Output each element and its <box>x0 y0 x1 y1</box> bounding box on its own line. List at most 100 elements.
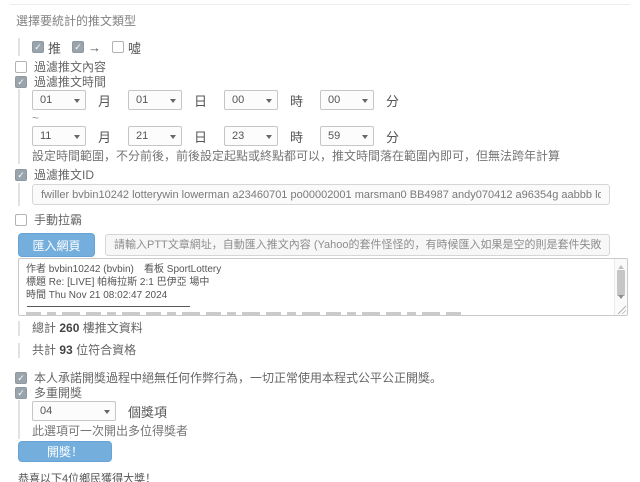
multi-draw-label: 多重開獎 <box>34 387 82 400</box>
top-divider <box>10 4 630 5</box>
chevron-down-icon <box>266 135 272 142</box>
scroll-up-icon[interactable] <box>618 262 624 269</box>
multi-draw-group: 04 個獎項 此選項可一次開出多位得獎者 <box>18 400 640 439</box>
start-day-value: 01 <box>136 94 148 106</box>
manual-slot-row: 手動拉霸 <box>15 214 640 227</box>
total-count: 260 <box>59 321 79 335</box>
time-end-row: 11 月 21 日 23 時 59 分 <box>32 126 640 146</box>
filter-content-checkbox[interactable] <box>15 61 27 73</box>
filter-id-row: 過濾推文ID <box>15 169 640 182</box>
time-range-group: 01 月 01 日 00 時 00 分 ~ <box>18 89 640 164</box>
chevron-down-icon <box>74 135 80 142</box>
time-range-separator: ~ <box>32 112 640 125</box>
end-hour-value: 23 <box>232 130 244 142</box>
chevron-down-icon <box>170 99 176 106</box>
start-month-select[interactable]: 01 <box>32 90 86 110</box>
filter-content-label: 過濾推文內容 <box>34 61 106 74</box>
draw-button[interactable]: 開獎！ <box>18 441 112 462</box>
filter-id-input-group <box>18 183 640 206</box>
time-range-note: 設定時間範圍，不分前後，前後設定起點或終點都可以，推文時間落在範圍內即可，但無法… <box>32 150 640 163</box>
prize-count-select[interactable]: 04 <box>32 401 116 421</box>
start-hour-select[interactable]: 00 <box>224 90 278 110</box>
qualified-count: 93 <box>59 343 72 357</box>
fairness-promise-checkbox[interactable] <box>15 372 27 384</box>
post-author-line: 作者 bvbin10242 (bvbin) <box>26 263 144 276</box>
time-start-row: 01 月 01 日 00 時 00 分 <box>32 90 640 110</box>
post-divider <box>27 306 190 307</box>
import-row: 匯入網頁 <box>18 233 610 257</box>
minute-unit-label: 分 <box>386 127 399 146</box>
end-month-select[interactable]: 11 <box>32 126 86 146</box>
filter-id-input[interactable] <box>32 184 610 205</box>
end-hour-select[interactable]: 23 <box>224 126 278 146</box>
start-minute-select[interactable]: 00 <box>320 90 374 110</box>
filter-time-label: 過濾推文時間 <box>34 76 106 89</box>
prize-unit-label: 個獎項 <box>128 402 167 421</box>
boo-label: 噓 <box>128 38 141 57</box>
push-label: 推 <box>48 38 61 57</box>
push-type-section-label: 選擇要統計的推文類型 <box>16 14 640 28</box>
qualified-suffix: 位符合資格 <box>76 343 136 357</box>
post-content-textarea[interactable]: 作者 bvbin10242 (bvbin) 看板 SportLottery 標題… <box>18 258 628 316</box>
arrow-checkbox[interactable] <box>72 41 84 53</box>
total-prefix: 總計 <box>32 321 56 335</box>
push-type-push: 推 <box>32 38 61 57</box>
push-type-options: 推 → 噓 <box>18 38 640 56</box>
multi-draw-row: 多重開獎 <box>15 387 640 400</box>
prize-count-value: 04 <box>40 405 52 417</box>
post-board-line: 看板 SportLottery <box>144 263 221 276</box>
filter-content-row: 過濾推文內容 <box>15 61 640 74</box>
total-suffix: 樓推文資料 <box>83 321 143 335</box>
push-type-boo: 噓 <box>112 38 141 57</box>
minute-unit-label: 分 <box>386 91 399 110</box>
fairness-promise-row: 本人承諾開獎過程中絕無任何作弊行為，一切正常使用本程式公平公正開獎。 <box>15 372 640 385</box>
post-clipped-text <box>26 312 466 316</box>
qualified-prefix: 共計 <box>32 343 56 357</box>
chevron-down-icon <box>362 99 368 106</box>
fairness-promise-label: 本人承諾開獎過程中絕無任何作弊行為，一切正常使用本程式公平公正開獎。 <box>34 372 442 385</box>
push-type-arrow: → <box>72 40 101 55</box>
manual-slot-checkbox[interactable] <box>15 214 27 226</box>
start-hour-value: 00 <box>232 94 244 106</box>
chevron-down-icon <box>266 99 272 106</box>
post-time-line: 時間 Thu Nov 21 08:02:47 2024 <box>26 289 609 302</box>
chevron-down-icon <box>104 410 110 417</box>
day-unit-label: 日 <box>194 91 207 110</box>
multi-draw-note: 此選項可一次開出多位得獎者 <box>32 425 640 438</box>
month-unit-label: 月 <box>98 91 111 110</box>
filter-time-row: 過濾推文時間 <box>15 76 640 89</box>
month-unit-label: 月 <box>98 127 111 146</box>
end-day-select[interactable]: 21 <box>128 126 182 146</box>
total-pushes-line: 總計 260 樓推文資料 <box>18 321 640 336</box>
day-unit-label: 日 <box>194 127 207 146</box>
import-url-input[interactable] <box>105 234 610 256</box>
prize-count-row: 04 個獎項 <box>32 401 640 421</box>
end-month-value: 11 <box>40 130 51 142</box>
filter-id-label: 過濾推文ID <box>34 169 94 182</box>
hour-unit-label: 時 <box>290 127 303 146</box>
post-content: 作者 bvbin10242 (bvbin) 看板 SportLottery 標題… <box>19 259 627 316</box>
filter-time-checkbox[interactable] <box>15 76 27 88</box>
filter-id-checkbox[interactable] <box>15 169 27 181</box>
start-month-value: 01 <box>40 94 52 106</box>
multi-draw-checkbox[interactable] <box>15 387 27 399</box>
end-minute-select[interactable]: 59 <box>320 126 374 146</box>
start-minute-value: 00 <box>328 94 340 106</box>
chevron-down-icon <box>362 135 368 142</box>
post-title-line: 標題 Re: [LIVE] 帕梅拉斯 2:1 巴伊亞 場中 <box>26 276 609 289</box>
manual-slot-label: 手動拉霸 <box>34 214 82 227</box>
end-day-value: 21 <box>136 130 148 142</box>
start-day-select[interactable]: 01 <box>128 90 182 110</box>
scrollbar-thumb[interactable] <box>617 270 625 296</box>
chevron-down-icon <box>170 135 176 142</box>
hour-unit-label: 時 <box>290 91 303 110</box>
arrow-label: → <box>88 40 101 55</box>
chevron-down-icon <box>74 99 80 106</box>
scroll-down-icon[interactable] <box>618 295 624 302</box>
qualified-count-line: 共計 93 位符合資格 <box>18 343 640 358</box>
congrats-message: 恭喜以下4位鄉民獲得大獎！ <box>18 473 640 482</box>
push-checkbox[interactable] <box>32 41 44 53</box>
end-minute-value: 59 <box>328 130 340 142</box>
import-url-button[interactable]: 匯入網頁 <box>18 233 95 257</box>
boo-checkbox[interactable] <box>112 41 124 53</box>
